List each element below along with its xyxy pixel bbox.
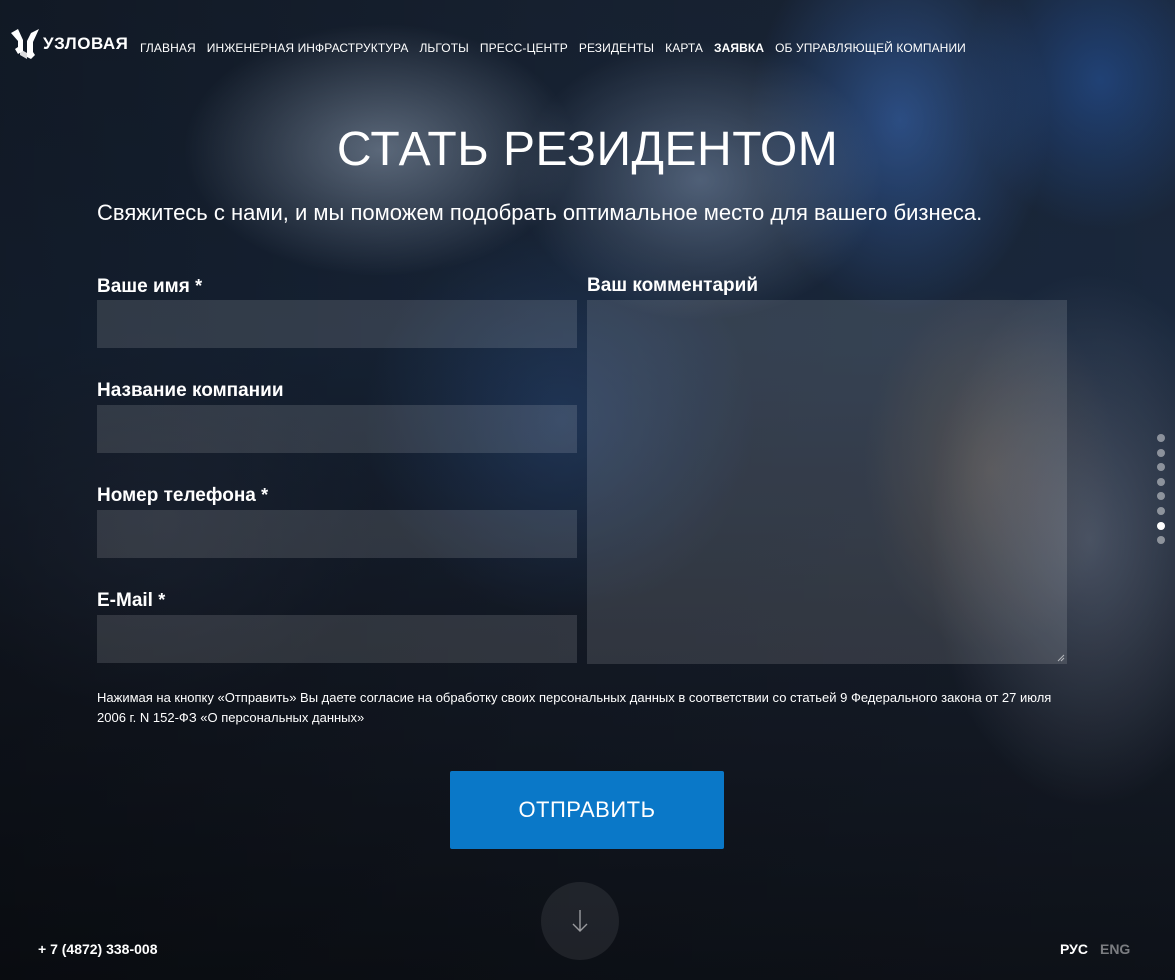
company-label-text: Название компании: [97, 380, 284, 401]
main-nav: ГЛАВНАЯ ИНЖЕНЕРНАЯ ИНФРАСТРУКТУРА ЛЬГОТЫ…: [140, 41, 977, 55]
page-subtitle: Свяжитесь с нами, и мы поможем подобрать…: [97, 200, 983, 225]
submit-button[interactable]: ОТПРАВИТЬ: [450, 771, 724, 849]
pager-dot[interactable]: [1157, 536, 1165, 545]
nav-item-application[interactable]: ЗАЯВКА: [714, 41, 764, 55]
nav-item-infrastructure[interactable]: ИНЖЕНЕРНАЯ ИНФРАСТРУКТУРА: [207, 41, 409, 55]
email-required-mark: *: [158, 590, 166, 610]
nav-item-press-center[interactable]: ПРЕСС-ЦЕНТР: [480, 41, 568, 55]
pager-dot[interactable]: [1157, 477, 1165, 486]
phone-label-text: Номер телефона: [97, 485, 256, 506]
company-input[interactable]: [97, 405, 577, 453]
logo-text: УЗЛОВАЯ: [43, 34, 129, 53]
pager-dot[interactable]: [1157, 448, 1165, 457]
name-label: Ваше имя *: [97, 273, 202, 300]
pager-dot[interactable]: [1157, 492, 1165, 501]
email-label: E-Mail *: [97, 587, 165, 614]
language-switcher: РУС ENG: [1060, 941, 1130, 957]
scroll-down-button[interactable]: [541, 882, 619, 960]
pager-dot[interactable]: [1157, 521, 1165, 530]
phone-label: Номер телефона *: [97, 482, 268, 509]
name-input[interactable]: [97, 300, 577, 348]
email-input[interactable]: [97, 615, 577, 663]
pager-dot[interactable]: [1157, 506, 1165, 515]
email-label-text: E-Mail: [97, 590, 153, 611]
nav-item-home[interactable]: ГЛАВНАЯ: [140, 41, 196, 55]
name-required-mark: *: [195, 276, 203, 296]
comment-textarea[interactable]: [587, 300, 1067, 664]
section-pager: [1157, 434, 1165, 551]
nav-item-benefits[interactable]: ЛЬГОТЫ: [419, 41, 468, 55]
site-header: УЗЛОВАЯ ГЛАВНАЯ ИНЖЕНЕРНАЯ ИНФРАСТРУКТУР…: [0, 0, 1175, 96]
nav-item-residents[interactable]: РЕЗИДЕНТЫ: [579, 41, 654, 55]
arrow-down-icon: [572, 910, 588, 932]
nav-item-management-company[interactable]: ОБ УПРАВЛЯЮЩЕЙ КОМПАНИИ: [775, 41, 966, 55]
name-label-text: Ваше имя: [97, 276, 190, 297]
phone-input[interactable]: [97, 510, 577, 558]
resize-grip-icon[interactable]: [1057, 654, 1065, 662]
phone-required-mark: *: [261, 485, 269, 505]
lang-eng[interactable]: ENG: [1100, 941, 1130, 957]
site-logo[interactable]: УЗЛОВАЯ: [9, 26, 128, 62]
comment-label: Ваш комментарий: [587, 273, 758, 299]
page-title: СТАТЬ РЕЗИДЕНТОМ: [336, 123, 839, 176]
contact-phone[interactable]: + 7 (4872) 338-008: [38, 941, 157, 957]
pager-dot[interactable]: [1157, 434, 1165, 442]
pager-dot[interactable]: [1157, 463, 1165, 472]
logo-icon: [11, 29, 39, 59]
comment-label-text: Ваш комментарий: [587, 275, 759, 296]
lang-rus[interactable]: РУС: [1060, 941, 1088, 957]
company-label: Название компании: [97, 378, 284, 404]
nav-item-map[interactable]: КАРТА: [665, 41, 703, 55]
consent-text: Нажимая на кнопку «Отправить» Вы даете с…: [97, 690, 1052, 725]
